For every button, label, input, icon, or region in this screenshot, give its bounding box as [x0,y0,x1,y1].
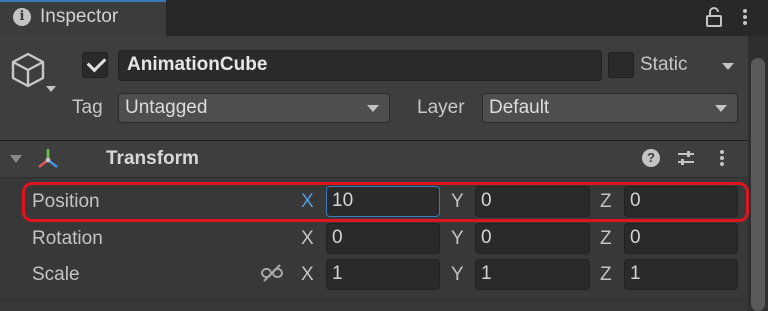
help-icon[interactable]: ? [642,149,660,167]
scale-label: Scale [32,264,80,285]
icon-dropdown-arrow[interactable] [46,86,56,92]
layer-value: Default [489,97,550,118]
component-title: Transform [106,148,199,169]
rotation-x-field[interactable]: 0 [326,223,440,254]
active-checkbox[interactable] [82,52,108,78]
tab-title: Inspector [40,6,119,27]
position-row-highlight [22,182,749,222]
tag-dropdown[interactable]: Untagged [118,93,390,123]
chevron-down-icon [715,105,727,112]
scale-y-field[interactable]: 1 [475,259,590,290]
layer-label: Layer [417,97,465,118]
rotation-label: Rotation [32,228,103,249]
foldout-arrow-icon[interactable] [10,155,22,163]
presets-icon[interactable] [676,148,696,168]
scale-z-label[interactable]: Z [600,264,612,286]
scrollbar-thumb[interactable] [751,58,765,311]
lock-icon[interactable] [704,6,724,28]
chevron-down-icon [367,105,379,112]
static-checkbox[interactable] [608,52,634,78]
rotation-x-label[interactable]: X [301,228,314,250]
scale-x-field[interactable]: 1 [326,259,440,290]
check-icon [86,52,107,73]
tag-value: Untagged [125,97,208,118]
rotation-y-label[interactable]: Y [451,228,464,250]
scale-y-label[interactable]: Y [451,264,464,286]
name-field[interactable]: AnimationCube [118,50,602,81]
scale-z-field[interactable]: 1 [624,259,738,290]
menu-dots-icon[interactable] [738,6,752,28]
scale-x-label[interactable]: X [301,264,314,286]
static-dropdown-arrow[interactable] [722,63,734,70]
tag-label: Tag [72,97,103,118]
divider [0,300,748,301]
layer-dropdown[interactable]: Default [482,93,738,123]
rotation-y-field[interactable]: 0 [475,223,590,254]
constrain-proportions-icon[interactable] [260,263,284,283]
menu-dots-icon[interactable] [716,148,728,168]
cube-icon[interactable] [8,50,48,90]
static-label: Static [640,54,688,75]
rotation-z-label[interactable]: Z [600,228,612,250]
info-icon: i [13,8,31,26]
transform-icon [38,149,58,169]
rotation-z-field[interactable]: 0 [624,223,738,254]
